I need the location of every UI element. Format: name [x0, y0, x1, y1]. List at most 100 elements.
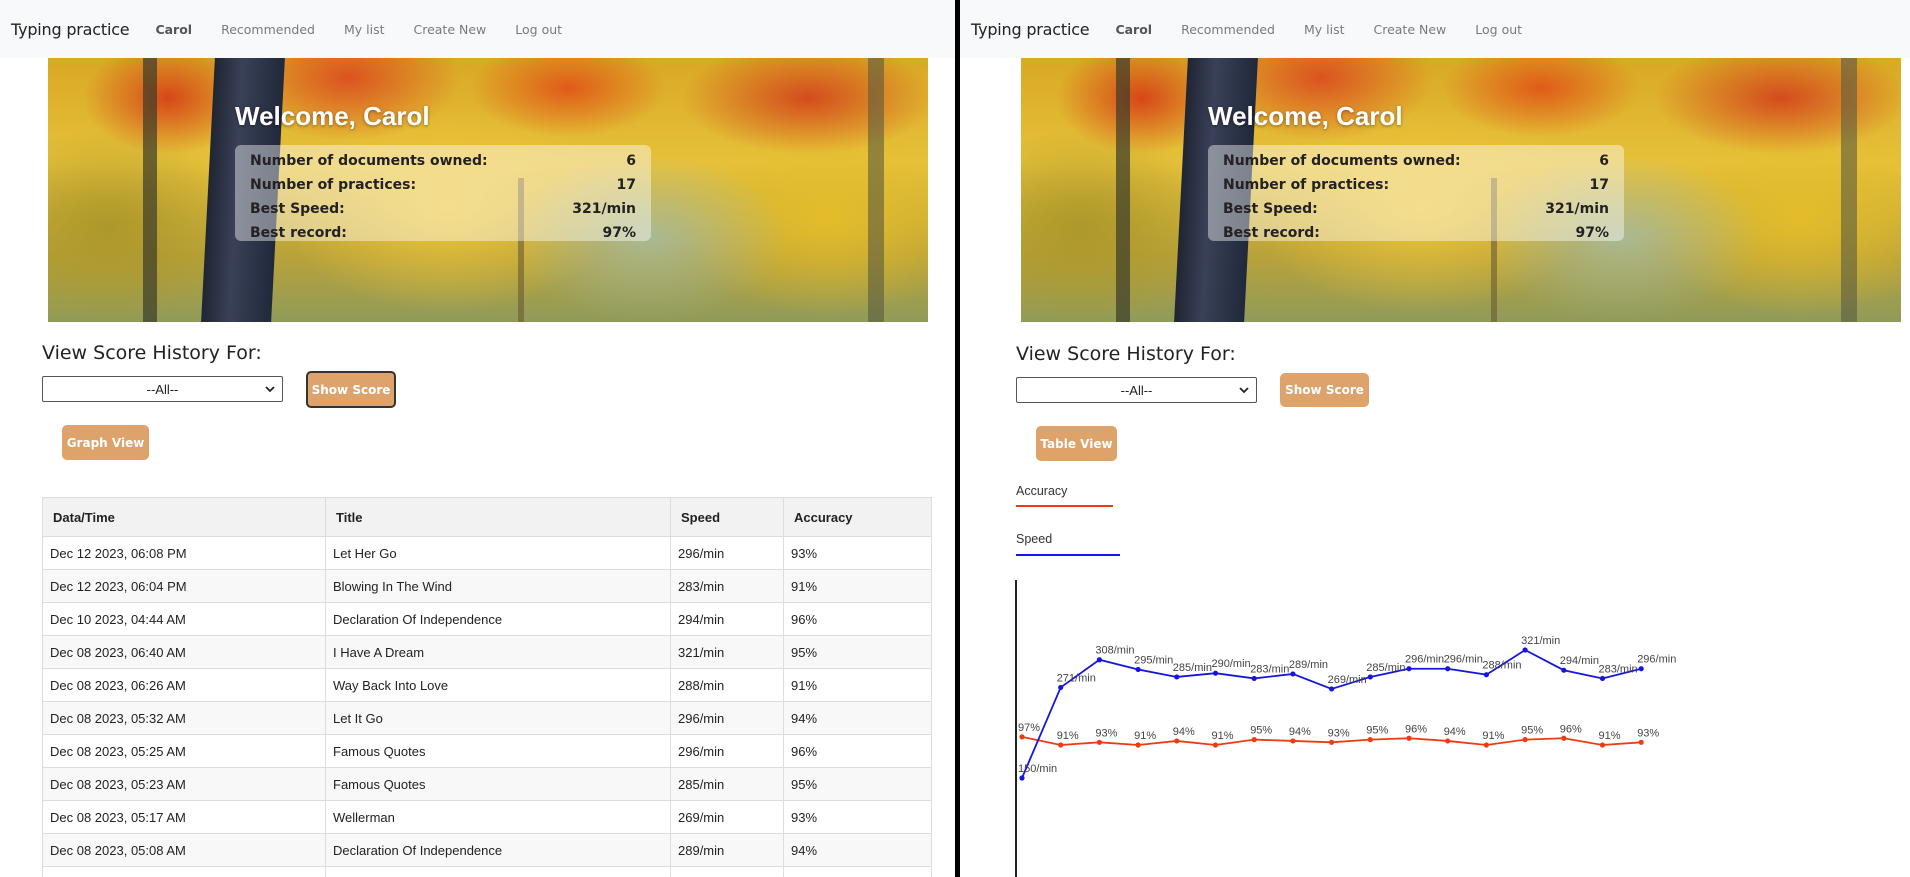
table-row — [42, 866, 932, 877]
accuracy-point — [1599, 742, 1606, 748]
speed-data-label: 321/min — [1521, 635, 1560, 647]
speed-data-label: 296/min — [1405, 654, 1444, 666]
speed-point — [1367, 674, 1373, 680]
stat-best-record: Best record: 97% — [1223, 225, 1609, 241]
nav-user[interactable]: Carol — [1115, 22, 1152, 37]
accuracy-point — [1096, 739, 1102, 745]
cell-datetime: Dec 08 2023, 05:08 AM — [42, 833, 326, 867]
hero-banner: Welcome, Carol Number of documents owned… — [1021, 58, 1901, 322]
cell-speed: 296/min — [670, 536, 784, 570]
speed-data-label: 294/min — [1560, 655, 1599, 667]
table-view-button[interactable]: Table View — [1036, 426, 1117, 461]
cell-title: Famous Quotes — [325, 734, 671, 768]
accuracy-data-label: 91% — [1212, 730, 1234, 742]
table-row: Dec 08 2023, 06:40 AM I Have A Dream 321/m… — [42, 635, 932, 669]
nav-my-list[interactable]: My list — [344, 22, 385, 37]
brand-link[interactable]: Typing practice — [11, 20, 130, 39]
cell-accuracy: 93% — [783, 536, 932, 570]
cell-speed: 294/min — [670, 602, 784, 636]
cell-datetime: Dec 08 2023, 05:25 AM — [42, 734, 326, 768]
table-row: Dec 08 2023, 05:17 AM Wellerman 269/min 93% — [42, 800, 932, 834]
hero-banner: Welcome, Carol Number of documents owned… — [48, 58, 928, 322]
document-select[interactable]: --All-- — [42, 376, 283, 402]
legend-accuracy: Accuracy — [1016, 484, 1068, 498]
nav-log-out[interactable]: Log out — [1475, 22, 1522, 37]
speed-point — [1019, 775, 1025, 781]
cell-datetime: Dec 12 2023, 06:04 PM — [42, 569, 326, 603]
accuracy-data-label: 91% — [1134, 730, 1156, 742]
cell-datetime: Dec 08 2023, 05:17 AM — [42, 800, 326, 834]
nav-user[interactable]: Carol — [155, 22, 192, 37]
speed-data-label: 283/min — [1250, 663, 1289, 675]
welcome-title: Welcome, Carol — [1208, 101, 1403, 131]
speed-point — [1561, 667, 1567, 673]
cell-speed: 285/min — [670, 767, 784, 801]
accuracy-data-label: 95% — [1366, 725, 1388, 737]
accuracy-point — [1522, 737, 1528, 743]
stat-best-speed: Best Speed: 321/min — [250, 201, 636, 217]
cell-datetime: Dec 08 2023, 05:23 AM — [42, 767, 326, 801]
speed-point — [1638, 666, 1644, 672]
speed-point — [1290, 671, 1296, 677]
speed-data-label: 289/min — [1289, 659, 1328, 671]
cell-speed: 296/min — [670, 734, 784, 768]
nav-my-list[interactable]: My list — [1304, 22, 1345, 37]
welcome-title: Welcome, Carol — [235, 101, 430, 131]
chevron-down-icon — [265, 386, 275, 393]
accuracy-data-label: 93% — [1328, 727, 1350, 739]
nav-create-new[interactable]: Create New — [413, 22, 486, 37]
cell-speed: 321/min — [670, 635, 784, 669]
speed-data-label: 285/min — [1366, 662, 1405, 674]
accuracy-point — [1445, 738, 1451, 744]
accuracy-point — [1212, 742, 1219, 748]
speed-data-label: 271/min — [1057, 672, 1096, 684]
cell-accuracy: 94% — [783, 701, 932, 735]
score-table: Data/Time Title Speed Accuracy Dec 12 20… — [42, 497, 932, 877]
nav-create-new[interactable]: Create New — [1373, 22, 1446, 37]
stat-documents: Number of documents owned: 6 — [250, 153, 636, 169]
cell-speed: 288/min — [670, 668, 784, 702]
cell-datetime — [42, 866, 326, 877]
speed-line — [1021, 648, 1642, 779]
speed-data-label: 150/min — [1018, 763, 1057, 775]
cell-title: I Have A Dream — [325, 635, 671, 669]
cell-speed: 283/min — [670, 569, 784, 603]
nav-log-out[interactable]: Log out — [515, 22, 562, 37]
legend-accuracy-line — [1016, 505, 1113, 507]
col-speed: Speed — [670, 497, 784, 537]
cell-speed: 289/min — [670, 833, 784, 867]
speed-data-label: 296/min — [1444, 654, 1483, 666]
col-title: Title — [325, 497, 671, 537]
accuracy-data-label: 94% — [1444, 726, 1466, 738]
nav-recommended[interactable]: Recommended — [221, 22, 315, 37]
brand-link[interactable]: Typing practice — [971, 20, 1090, 39]
speed-data-label: 269/min — [1328, 674, 1367, 686]
speed-data-label: 295/min — [1134, 654, 1173, 666]
show-score-button[interactable]: Show Score — [306, 371, 396, 408]
document-select[interactable]: --All-- — [1016, 377, 1257, 403]
accuracy-point — [1483, 742, 1489, 748]
cell-title: Let It Go — [325, 701, 671, 735]
accuracy-point — [1058, 742, 1064, 748]
speed-point — [1096, 657, 1102, 663]
accuracy-point — [1251, 737, 1257, 743]
cell-datetime: Dec 08 2023, 06:26 AM — [42, 668, 326, 702]
history-title: View Score History For: — [42, 342, 262, 364]
show-score-button[interactable]: Show Score — [1280, 373, 1369, 407]
cell-datetime: Dec 08 2023, 05:32 AM — [42, 701, 326, 735]
speed-data-label: 296/min — [1637, 654, 1676, 666]
table-row: Dec 08 2023, 06:26 AM Way Back Into Love 2… — [42, 668, 932, 702]
accuracy-data-label: 91% — [1057, 730, 1079, 742]
accuracy-data-label: 95% — [1250, 725, 1272, 737]
accuracy-point — [1561, 735, 1567, 741]
speed-point — [1212, 670, 1219, 676]
stats-box: Number of documents owned: 6 Number of pr… — [1208, 145, 1624, 241]
accuracy-point — [1290, 738, 1296, 744]
accuracy-data-label: 91% — [1599, 730, 1621, 742]
stat-best-record: Best record: 97% — [250, 225, 636, 241]
cell-title — [325, 866, 671, 877]
nav-recommended[interactable]: Recommended — [1181, 22, 1275, 37]
speed-point — [1058, 684, 1064, 691]
cell-speed: 269/min — [670, 800, 784, 834]
graph-view-button[interactable]: Graph View — [62, 425, 149, 460]
